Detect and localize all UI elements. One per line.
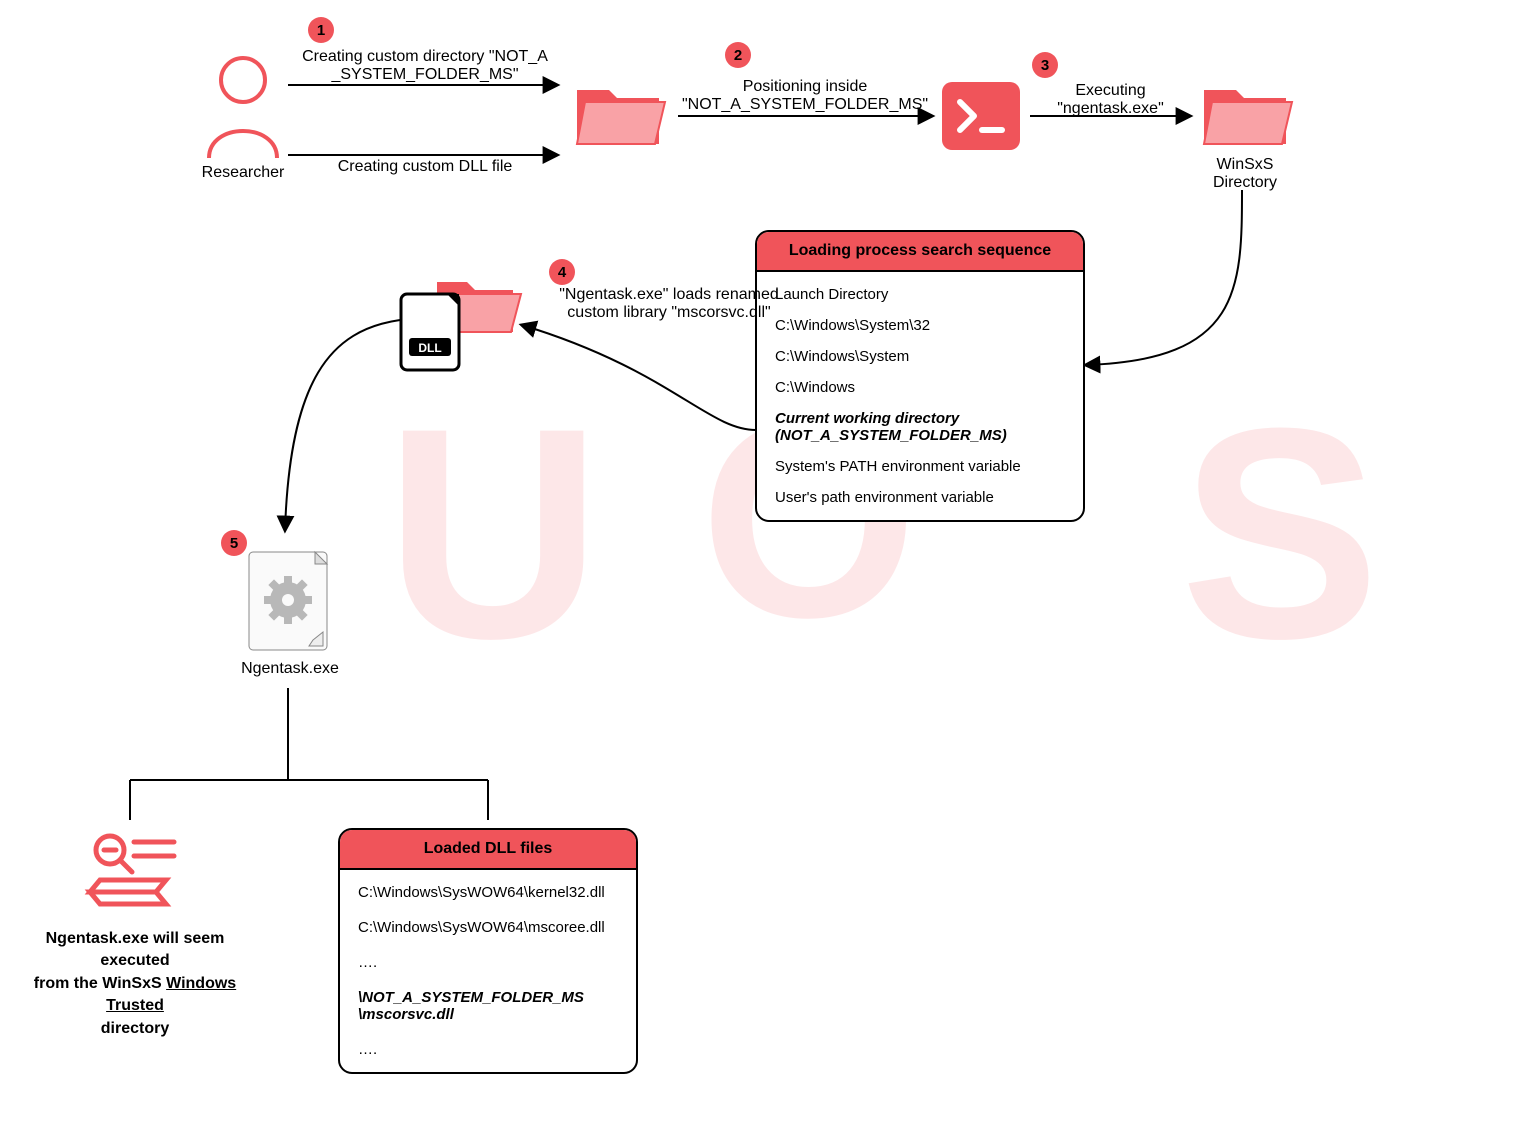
ngentask-exe-icon: [245, 548, 331, 659]
search-sequence-title: Loading process search sequence: [757, 232, 1083, 272]
watermark-s: S: [1180, 360, 1390, 706]
edge-create-dir: Creating custom directory "NOT_A _SYSTEM…: [300, 48, 550, 84]
loaded-item-1: C:\Windows\SysWOW64\mscoree.dll: [358, 919, 618, 936]
loaded-dll-body: C:\Windows\SysWOW64\kernel32.dll C:\Wind…: [340, 870, 636, 1072]
step-badge-3: 3: [1032, 52, 1058, 78]
loaded-dll-panel: Loaded DLL files C:\Windows\SysWOW64\ker…: [338, 828, 638, 1074]
loaded-item-4: ….: [358, 1041, 618, 1058]
loaded-item-2: ….: [358, 954, 618, 971]
terminal-icon: [940, 80, 1022, 157]
result-text: Ngentask.exe will seem executed from the…: [15, 928, 255, 1040]
search-sequence-panel: Loading process search sequence Launch D…: [755, 230, 1085, 522]
step-badge-1: 1: [308, 17, 334, 43]
edge-create-dll: Creating custom DLL file: [300, 158, 550, 176]
search-item-5: System's PATH environment variable: [775, 458, 1065, 475]
edge-load-lib: "Ngentask.exe" loads renamed custom libr…: [549, 286, 789, 322]
watermark-u: U: [385, 360, 612, 706]
step-badge-5: 5: [221, 530, 247, 556]
search-item-3: C:\Windows: [775, 379, 1065, 396]
result-line3: directory: [15, 1018, 255, 1040]
search-sequence-body: Launch Directory C:\Windows\System\32 C:…: [757, 272, 1083, 520]
edge-positioning-line1: Positioning inside: [680, 78, 930, 96]
loaded-dll-title: Loaded DLL files: [340, 830, 636, 870]
folder-icon-1: [573, 72, 668, 157]
ngentask-label: Ngentask.exe: [225, 660, 355, 678]
result-line2-pre: from the WinSxS: [34, 975, 166, 992]
edge-load-lib-line2: custom library "mscorsvc.dll": [549, 304, 789, 322]
search-item-0: Launch Directory: [775, 286, 1065, 303]
winsxs-label: WinSxS Directory: [1195, 156, 1295, 192]
edge-executing-line2: "ngentask.exe": [1033, 100, 1188, 118]
svg-text:DLL: DLL: [418, 341, 441, 355]
step-badge-2: 2: [725, 42, 751, 68]
edge-create-dir-line1: Creating custom directory "NOT_A: [300, 48, 550, 66]
result-line2: from the WinSxS Windows Trusted: [15, 973, 255, 1018]
step-badge-4: 4: [549, 259, 575, 285]
search-item-2: C:\Windows\System: [775, 348, 1065, 365]
edge-positioning-line2: "NOT_A_SYSTEM_FOLDER_MS": [680, 96, 930, 114]
search-item-4: Current working directory (NOT_A_SYSTEM_…: [775, 410, 1065, 444]
edge-executing-line1: Executing: [1033, 82, 1188, 100]
search-item-1: C:\Windows\System\32: [775, 317, 1065, 334]
loaded-item-0: C:\Windows\SysWOW64\kernel32.dll: [358, 884, 618, 901]
edge-executing: Executing "ngentask.exe": [1033, 82, 1188, 118]
search-item-6: User's path environment variable: [775, 489, 1065, 506]
winsxs-folder-icon: [1200, 72, 1295, 157]
dll-folder-combo: DLL: [395, 268, 525, 383]
loaded-item-3: \NOT_A_SYSTEM_FOLDER_MS \mscorsvc.dll: [358, 989, 618, 1023]
edge-positioning: Positioning inside "NOT_A_SYSTEM_FOLDER_…: [680, 78, 930, 114]
scan-icon: [82, 828, 182, 925]
edge-load-lib-line1: "Ngentask.exe" loads renamed: [549, 286, 789, 304]
researcher-icon: [195, 50, 291, 167]
researcher-label: Researcher: [195, 164, 291, 182]
edge-create-dir-line2: _SYSTEM_FOLDER_MS": [300, 66, 550, 84]
result-line1: Ngentask.exe will seem executed: [15, 928, 255, 973]
